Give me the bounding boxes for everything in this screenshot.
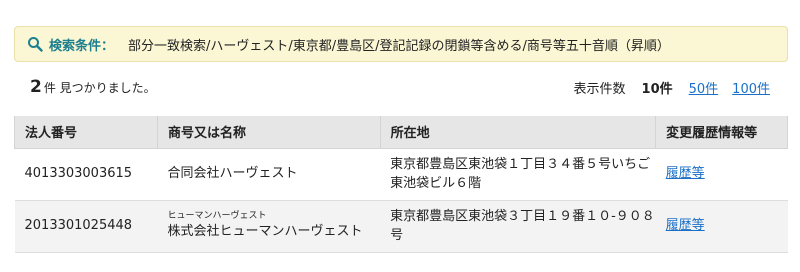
header-name: 商号又は名称 <box>156 116 381 149</box>
table-row: 4013303003615 合同会社ハーヴェスト 東京都豊島区東池袋１丁目３４番… <box>14 148 788 201</box>
search-criteria-value: 部分一致検索/ハーヴェスト/東京都/豊島区/登記記録の閉鎖等含める/商号等五十音… <box>128 38 670 54</box>
history-link[interactable]: 履歴等 <box>666 218 705 233</box>
result-count-number: 2 <box>30 77 42 97</box>
header-history: 変更履歴情報等 <box>655 116 788 149</box>
header-corporate-number: 法人番号 <box>14 116 158 149</box>
cell-address: 東京都豊島区東池袋１丁目３４番５号いちご東池袋ビル６階 <box>380 148 656 201</box>
company-name: 株式会社ヒューマンハーヴェスト <box>167 223 363 239</box>
company-furigana: ヒューマンハーヴェスト <box>167 210 267 221</box>
company-name: 合同会社ハーヴェスト <box>167 166 298 182</box>
per-page-selector: 表示件数 10件 50件 100件 <box>574 78 788 97</box>
cell-name: ヒューマンハーヴェスト 株式会社ヒューマンハーヴェスト <box>157 200 381 253</box>
result-summary-bar: 2 件 見つかりました。 表示件数 10件 50件 100件 <box>14 74 788 100</box>
result-count: 2 件 見つかりました。 <box>14 77 156 97</box>
cell-name: 合同会社ハーヴェスト <box>157 148 381 201</box>
cell-corporate-number: 2013301025448 <box>14 200 158 253</box>
cell-history: 履歴等 <box>655 148 788 201</box>
history-link[interactable]: 履歴等 <box>666 166 705 181</box>
header-address: 所在地 <box>379 116 657 149</box>
cell-address: 東京都豊島区東池袋３丁目１９番１０-９０８号 <box>380 200 656 253</box>
cell-corporate-number: 4013303003615 <box>14 148 158 201</box>
cell-history: 履歴等 <box>655 200 788 253</box>
magnifier-icon <box>27 36 43 52</box>
search-criteria-label: 検索条件： <box>49 38 115 54</box>
table-header-row: 法人番号 商号又は名称 所在地 変更履歴情報等 <box>14 116 788 149</box>
search-criteria-bar: 検索条件： 部分一致検索/ハーヴェスト/東京都/豊島区/登記記録の閉鎖等含める/… <box>14 26 788 62</box>
per-page-label: 表示件数 <box>573 81 626 97</box>
per-page-option-100[interactable]: 100件 <box>732 78 770 97</box>
results-table: 法人番号 商号又は名称 所在地 変更履歴情報等 4013303003615 合同… <box>14 116 788 253</box>
table-row: 2013301025448 ヒューマンハーヴェスト 株式会社ヒューマンハーヴェス… <box>14 200 788 253</box>
per-page-current: 10件 <box>641 81 673 97</box>
result-count-text: 件 見つかりました。 <box>43 81 156 95</box>
per-page-option-50[interactable]: 50件 <box>689 78 719 97</box>
